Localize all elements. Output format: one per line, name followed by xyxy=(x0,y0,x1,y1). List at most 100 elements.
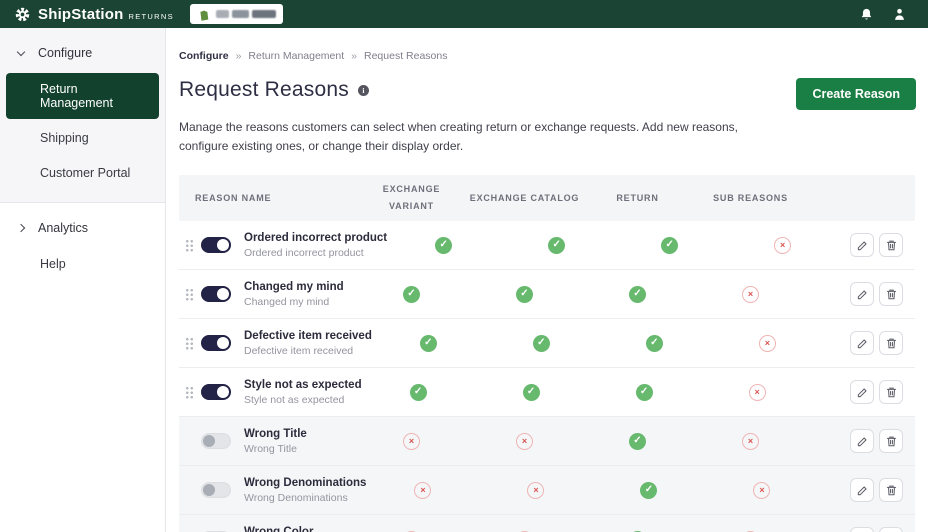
edit-button[interactable] xyxy=(850,233,874,258)
reason-enabled-toggle[interactable] xyxy=(201,482,231,499)
page-description: Manage the reasons customers can select … xyxy=(179,120,738,153)
reason-subtitle: Wrong Denominations xyxy=(244,491,348,504)
exchange-catalog-cell: × xyxy=(479,481,592,499)
create-reason-button[interactable]: Create Reason xyxy=(796,78,916,110)
trash-icon xyxy=(886,240,896,250)
table-row: Wrong Title Wrong Title × × ✓ × xyxy=(179,417,915,467)
sidebar-item-help[interactable]: Help xyxy=(6,248,159,280)
sidebar-item-return-management[interactable]: Return Management xyxy=(6,73,159,119)
cross-icon: × xyxy=(774,236,792,254)
store-selector[interactable] xyxy=(189,4,283,24)
sub-reasons-cell: × xyxy=(726,236,839,254)
check-icon: ✓ xyxy=(435,236,453,254)
trash-icon xyxy=(886,485,896,495)
main-content: Configure » Return Management » Request … xyxy=(166,28,928,532)
cross-icon: × xyxy=(742,285,759,303)
return-cell: ✓ xyxy=(588,383,701,401)
delete-button[interactable] xyxy=(879,380,903,405)
sub-reasons-cell: × xyxy=(705,481,818,499)
trash-icon xyxy=(886,436,896,446)
exchange-catalog-cell: ✓ xyxy=(500,236,613,254)
pencil-icon xyxy=(857,388,867,397)
delete-button[interactable] xyxy=(879,233,903,258)
reason-subtitle: Style not as expected xyxy=(244,393,345,406)
breadcrumb-separator: » xyxy=(351,50,357,62)
drag-handle-icon[interactable] xyxy=(185,238,194,252)
check-icon: ✓ xyxy=(419,334,437,352)
reason-name: Wrong Denominations xyxy=(244,476,367,489)
drag-handle-icon[interactable] xyxy=(185,336,194,350)
reason-enabled-toggle[interactable] xyxy=(201,286,231,303)
check-icon: ✓ xyxy=(516,285,533,303)
sidebar-group-configure[interactable]: Configure xyxy=(6,36,159,70)
reason-name: Changed my mind xyxy=(244,280,344,293)
cross-icon: × xyxy=(758,334,776,352)
pencil-icon xyxy=(857,437,867,446)
exchange-catalog-cell: × xyxy=(468,432,581,450)
delete-button[interactable] xyxy=(879,527,903,532)
store-name-redacted xyxy=(215,10,276,18)
cross-icon: × xyxy=(527,481,545,499)
edit-button[interactable] xyxy=(850,429,874,454)
exchange-variant-cell: ✓ xyxy=(372,334,485,352)
sidebar: Configure Return Management Shipping Cus… xyxy=(0,28,166,532)
delete-button[interactable] xyxy=(879,331,903,356)
sidebar-item-shipping[interactable]: Shipping xyxy=(6,122,159,154)
sidebar-group-analytics[interactable]: Analytics xyxy=(6,211,159,245)
sub-reasons-cell: × xyxy=(701,383,814,401)
trash-icon xyxy=(886,289,896,299)
table-body: Ordered incorrect product Ordered incorr… xyxy=(179,221,915,532)
cross-icon: × xyxy=(414,481,432,499)
reason-enabled-toggle[interactable] xyxy=(201,335,231,352)
breadcrumb-return-management[interactable]: Return Management xyxy=(248,50,344,62)
reason-subtitle: Defective item received xyxy=(244,344,354,357)
sidebar-item-customer-portal[interactable]: Customer Portal xyxy=(6,157,159,189)
person-icon[interactable] xyxy=(891,6,908,23)
reason-subtitle: Changed my mind xyxy=(244,295,330,308)
return-cell: ✓ xyxy=(592,481,705,499)
shipstation-gear-icon xyxy=(15,7,30,21)
delete-button[interactable] xyxy=(879,478,903,503)
reason-name: Defective item received xyxy=(244,329,372,342)
page-title: Request Reasons xyxy=(179,78,349,101)
delete-button[interactable] xyxy=(879,429,903,454)
edit-button[interactable] xyxy=(850,527,874,532)
column-reason-name: REASON NAME xyxy=(195,193,272,204)
edit-button[interactable] xyxy=(850,380,874,405)
reason-enabled-toggle[interactable] xyxy=(201,384,231,401)
chevron-right-icon xyxy=(16,223,26,233)
bell-icon[interactable] xyxy=(858,6,875,23)
cross-icon: × xyxy=(403,432,420,450)
check-icon: ✓ xyxy=(548,236,566,254)
sub-reasons-cell: × xyxy=(694,432,807,450)
column-exchange-variant: EXCHANGE VARIANT xyxy=(382,184,441,212)
reason-name: Wrong Title xyxy=(244,427,307,440)
reason-subtitle: Wrong Title xyxy=(244,442,297,455)
edit-button[interactable] xyxy=(850,331,874,356)
cross-icon: × xyxy=(753,481,771,499)
check-icon: ✓ xyxy=(409,383,427,401)
edit-button[interactable] xyxy=(850,478,874,503)
sidebar-group-label: Analytics xyxy=(38,221,89,235)
column-sub-reasons: SUB REASONS xyxy=(713,192,788,203)
brand-name: ShipStation xyxy=(38,5,124,23)
brand-suffix: RETURNS xyxy=(128,11,174,21)
drag-handle-icon[interactable] xyxy=(185,385,194,399)
delete-button[interactable] xyxy=(879,282,903,307)
edit-button[interactable] xyxy=(850,282,874,307)
breadcrumb-configure[interactable]: Configure xyxy=(179,50,229,62)
reason-enabled-toggle[interactable] xyxy=(201,433,231,450)
trash-icon xyxy=(886,387,896,397)
drag-handle-icon[interactable] xyxy=(185,287,194,301)
cross-icon: × xyxy=(742,432,759,450)
reason-enabled-toggle[interactable] xyxy=(201,237,231,254)
info-icon[interactable]: i xyxy=(357,85,369,96)
table-row: Style not as expected Style not as expec… xyxy=(179,368,915,418)
request-reasons-table: REASON NAME EXCHANGE VARIANT EXCHANGE CA… xyxy=(179,175,915,532)
check-icon: ✓ xyxy=(645,334,663,352)
check-icon: ✓ xyxy=(522,383,540,401)
reason-name: Wrong Color xyxy=(244,525,314,532)
pencil-icon xyxy=(857,290,867,299)
reason-name-cell: Wrong Denominations Wrong Denominations xyxy=(179,477,366,504)
cross-icon: × xyxy=(516,432,533,450)
